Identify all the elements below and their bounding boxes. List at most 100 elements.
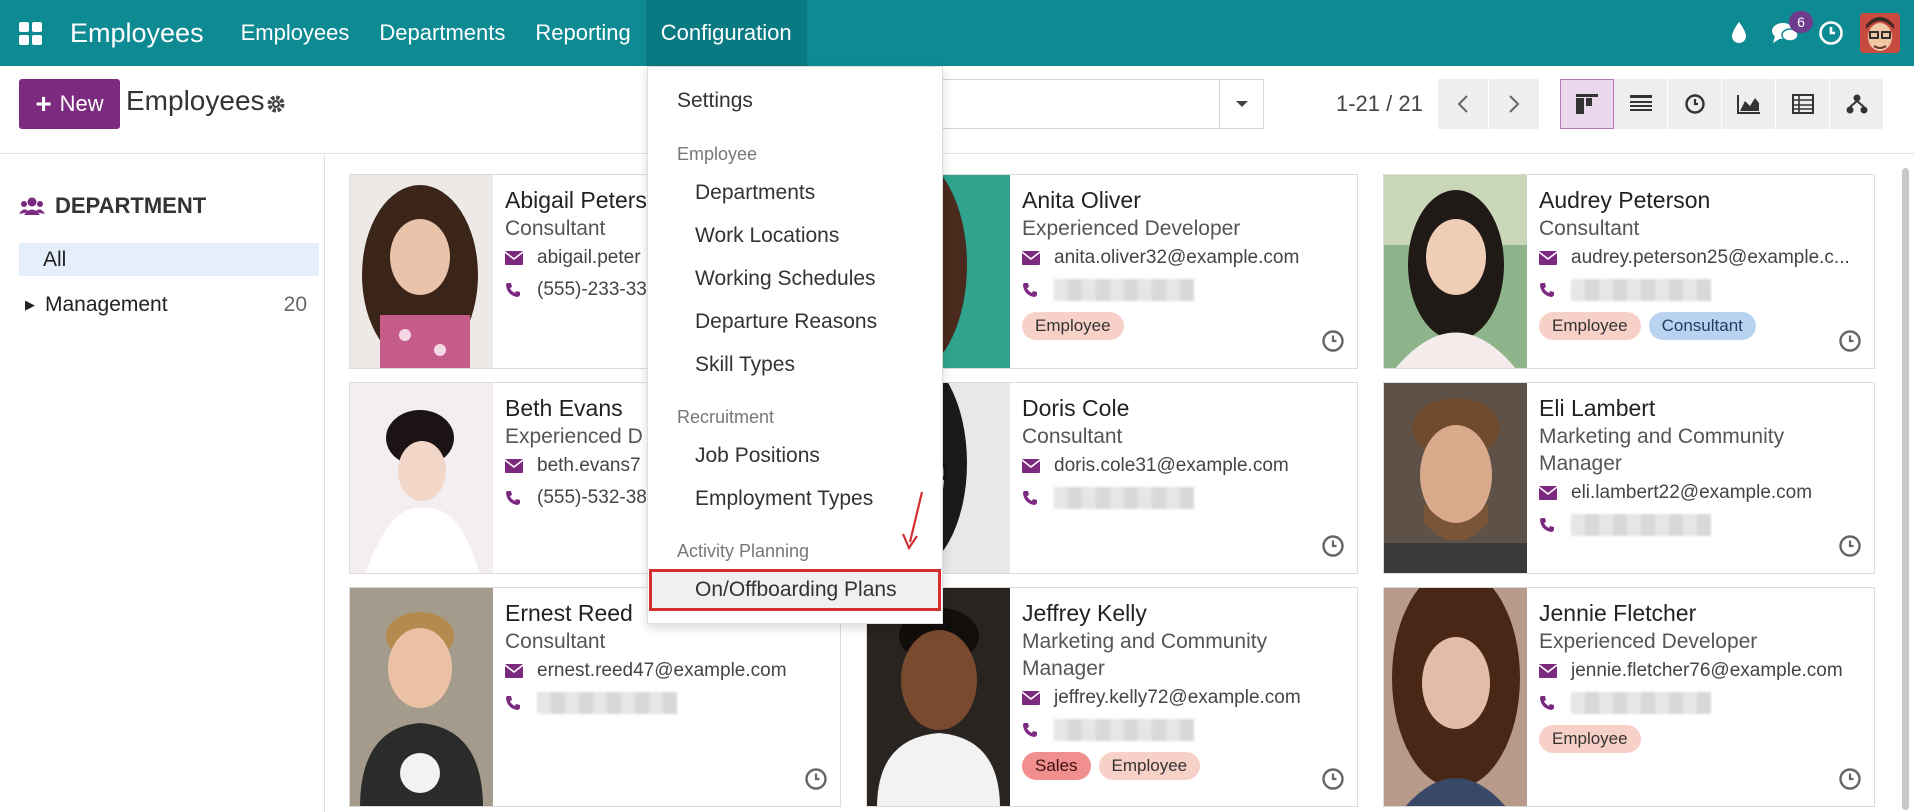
- page-title: Employees: [126, 85, 265, 116]
- list-view-button[interactable]: [1614, 79, 1668, 129]
- sidebar-item-label: Management: [45, 293, 168, 316]
- employee-photo: [1384, 383, 1527, 573]
- employee-name: Eli Lambert: [1539, 395, 1656, 421]
- kanban-view-button[interactable]: [1560, 79, 1614, 129]
- tag-sales[interactable]: Sales: [1022, 752, 1091, 780]
- employee-email[interactable]: audrey.peterson25@example.c...: [1571, 247, 1850, 269]
- employee-job: Consultant: [505, 630, 606, 653]
- user-avatar[interactable]: [1860, 13, 1900, 53]
- envelope-icon: [1022, 251, 1054, 265]
- droplet-icon[interactable]: [1716, 0, 1762, 66]
- apps-menu-icon[interactable]: [0, 0, 60, 66]
- employee-name: Anita Oliver: [1022, 187, 1141, 213]
- employee-phone-row: [1539, 274, 1866, 306]
- menu-item-departments[interactable]: Departments: [648, 181, 942, 205]
- employee-email[interactable]: abigail.peter: [537, 247, 641, 269]
- graph-view-button[interactable]: [1722, 79, 1776, 129]
- activity-clock-icon[interactable]: [1321, 767, 1345, 796]
- caret-right-icon[interactable]: ▶: [25, 297, 35, 313]
- employee-name: Jeffrey Kelly: [1022, 600, 1147, 626]
- sidebar-item-count: 20: [283, 293, 307, 316]
- employee-phone-row: [1022, 274, 1349, 306]
- blurred-phone: [1571, 692, 1711, 714]
- employee-email[interactable]: ernest.reed47@example.com: [537, 660, 787, 682]
- employee-name: Audrey Peterson: [1539, 187, 1711, 213]
- caret-down-icon: [1235, 101, 1248, 107]
- employee-photo: [350, 175, 493, 368]
- menu-section-employee: Employee: [677, 144, 758, 164]
- employee-phone-row: [505, 687, 832, 719]
- menu-item-departure-reasons[interactable]: Departure Reasons: [648, 310, 942, 334]
- employee-job: Marketing and Community Manager: [1539, 425, 1785, 475]
- employee-email[interactable]: jeffrey.kelly72@example.com: [1054, 687, 1301, 709]
- pager-next-button[interactable]: [1489, 79, 1539, 129]
- nav-employees[interactable]: Employees: [226, 0, 365, 66]
- nav-configuration[interactable]: Configuration: [645, 0, 807, 66]
- tag-employee[interactable]: Employee: [1539, 312, 1641, 340]
- activity-clock-icon[interactable]: [1838, 534, 1862, 563]
- phone-icon: [1022, 722, 1054, 738]
- tag-employee[interactable]: Employee: [1022, 312, 1124, 340]
- employee-phone[interactable]: (555)-233-33: [537, 279, 647, 301]
- hierarchy-view-button[interactable]: [1830, 79, 1884, 129]
- top-navbar: Employees Employees Departments Reportin…: [0, 0, 1914, 66]
- nav-reporting[interactable]: Reporting: [520, 0, 645, 66]
- phone-icon: [1539, 695, 1571, 711]
- menu-item-job-positions[interactable]: Job Positions: [648, 444, 942, 468]
- app-brand[interactable]: Employees: [70, 18, 204, 49]
- tag-employee[interactable]: Employee: [1539, 725, 1641, 753]
- menu-item-working-schedules[interactable]: Working Schedules: [648, 267, 942, 291]
- activity-view-button[interactable]: [1668, 79, 1722, 129]
- employee-card[interactable]: Jennie Fletcher Experienced Developer je…: [1383, 587, 1875, 807]
- new-button[interactable]: + New: [19, 79, 120, 129]
- menu-item-skill-types[interactable]: Skill Types: [648, 353, 942, 377]
- employee-email-row: jeffrey.kelly72@example.com: [1022, 682, 1349, 714]
- employee-email[interactable]: beth.evans7: [537, 455, 641, 477]
- employee-email[interactable]: eli.lambert22@example.com: [1571, 482, 1812, 504]
- employee-tags: Employee: [1539, 725, 1866, 753]
- gear-icon[interactable]: [266, 94, 286, 119]
- employee-photo: [350, 588, 493, 806]
- phone-icon: [1539, 517, 1571, 533]
- nav-departments[interactable]: Departments: [364, 0, 520, 66]
- new-button-label: New: [59, 91, 104, 116]
- employee-email[interactable]: anita.oliver32@example.com: [1054, 247, 1299, 269]
- menu-item-employment-types[interactable]: Employment Types: [648, 487, 942, 511]
- kanban-icon: [1576, 94, 1598, 114]
- employee-card[interactable]: Audrey Peterson Consultant audrey.peters…: [1383, 174, 1875, 369]
- employee-email[interactable]: jennie.fletcher76@example.com: [1571, 660, 1843, 682]
- employee-card[interactable]: Eli Lambert Marketing and Community Mana…: [1383, 382, 1875, 574]
- scrollbar[interactable]: [1900, 160, 1910, 810]
- employee-tags: Employee: [1022, 312, 1349, 340]
- menu-item-onoffboarding-plans[interactable]: On/Offboarding Plans: [648, 578, 942, 602]
- envelope-icon: [1539, 251, 1571, 265]
- search-options-toggle[interactable]: [1219, 79, 1264, 129]
- messages-icon[interactable]: 6: [1762, 0, 1813, 66]
- tag-employee[interactable]: Employee: [1098, 752, 1201, 780]
- phone-icon: [505, 490, 537, 506]
- envelope-icon: [1022, 459, 1054, 473]
- activity-clock-icon[interactable]: [804, 767, 828, 796]
- activity-clock-icon[interactable]: [1838, 329, 1862, 358]
- sidebar-item-all[interactable]: All: [19, 243, 319, 276]
- search-input[interactable]: [940, 79, 1220, 129]
- activity-clock-icon[interactable]: [1838, 767, 1862, 796]
- activity-clock-icon[interactable]: [1808, 0, 1854, 66]
- employee-job: Marketing and Community Manager: [1022, 630, 1268, 680]
- activity-clock-icon[interactable]: [1321, 534, 1345, 563]
- pager-value[interactable]: 1-21 / 21: [1336, 91, 1423, 117]
- employee-email-row: anita.oliver32@example.com: [1022, 242, 1349, 274]
- activity-clock-icon[interactable]: [1321, 329, 1345, 358]
- tag-consultant[interactable]: Consultant: [1648, 312, 1756, 340]
- pivot-view-button[interactable]: [1776, 79, 1830, 129]
- pager-previous-button[interactable]: [1438, 79, 1488, 129]
- employee-email[interactable]: doris.cole31@example.com: [1054, 455, 1289, 477]
- envelope-icon: [1539, 664, 1571, 678]
- list-icon: [1629, 95, 1652, 111]
- sidebar-item-management[interactable]: ▶ Management 20: [19, 288, 319, 322]
- employee-phone[interactable]: (555)-532-38: [537, 487, 647, 509]
- menu-item-settings[interactable]: Settings: [648, 89, 942, 113]
- employee-email-row: jennie.fletcher76@example.com: [1539, 655, 1866, 687]
- chevron-left-icon: [1457, 95, 1468, 113]
- menu-item-work-locations[interactable]: Work Locations: [648, 224, 942, 248]
